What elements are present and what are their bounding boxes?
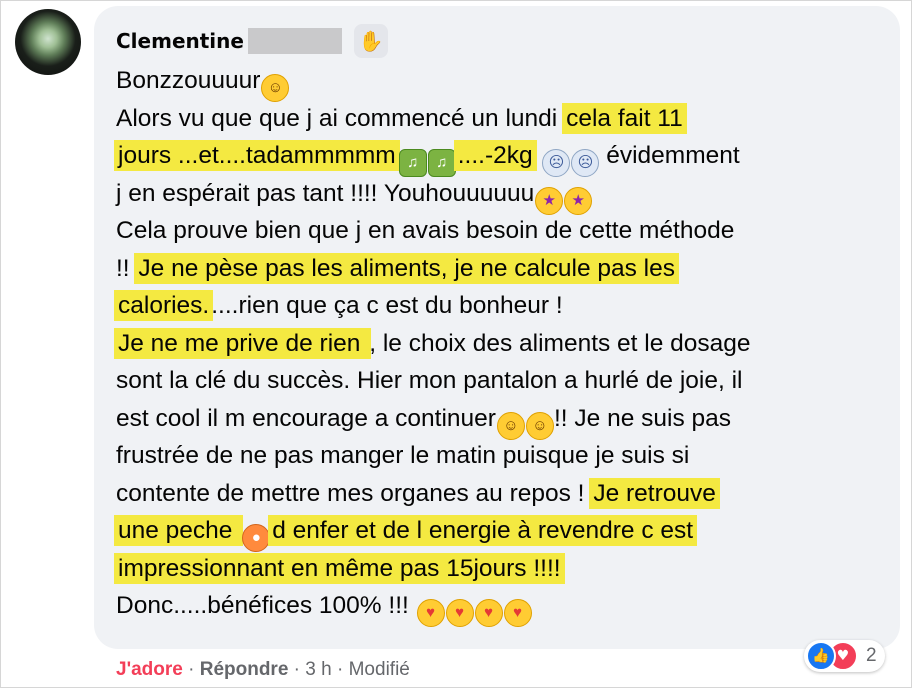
love-reaction-link[interactable]: J'adore <box>116 659 183 680</box>
comment-text-run: contente de mettre mes organes au repos … <box>116 479 592 507</box>
comment-text: Bonzzouuuur ☺ Alors vu que que j ai commen… <box>114 62 886 627</box>
comment-text-run <box>535 142 542 169</box>
highlighted-text: jours ...et....tadammmmm <box>114 140 400 171</box>
comment-line: j en espérait pas tant !!!! Youhouuuuuu ★… <box>116 175 886 215</box>
comment-line: frustrée de ne pas manger le matin puisq… <box>116 437 886 475</box>
highlighted-text: d enfer et de l energie à revendre c est <box>268 515 698 546</box>
comment-line: une peche ● d enfer et de l energie à rev… <box>114 512 886 552</box>
highlighted-text: impressionnant en même pas 15jours !!!! <box>114 552 565 584</box>
laugh-emoji-icon: ☺ <box>496 411 525 440</box>
comment-text-run: est cool il m encourage a continuer <box>116 404 496 432</box>
highlighted-text: ....-2kg <box>453 140 537 171</box>
comment-text-run: frustrée de ne pas manger le matin puisq… <box>116 442 690 469</box>
star-emoji-icon: ★ <box>535 186 564 215</box>
comment-line: contente de mettre mes organes au repos … <box>116 475 886 513</box>
comment-line: Je ne me prive de rien , le choix des al… <box>114 325 886 363</box>
separator: · <box>182 659 200 680</box>
redacted-surname <box>247 28 342 54</box>
heart-emoji-icon: ♥ <box>503 599 532 627</box>
reaction-count: 2 <box>866 645 877 666</box>
scream-emoji-icon: ☹ <box>542 149 571 177</box>
heart-emoji-icon: ♥ <box>445 599 474 627</box>
heart-emoji-icon: ♥ <box>416 599 445 627</box>
comment-text-run: ....rien que ça c est du bonheur ! <box>211 292 563 319</box>
drum-emoji-icon: ♫ <box>398 149 427 177</box>
edited-label[interactable]: Modifié <box>349 659 410 680</box>
comment-line: impressionnant en même pas 15jours !!!! <box>114 550 886 588</box>
comment-header: Clementine ✋ <box>116 24 388 58</box>
comment-line: Alors vu que que j ai commencé un lundi … <box>116 100 886 138</box>
comment-line: jours ...et....tadammmmm ♫ ♫ ....-2kg ☹ ☹ év… <box>114 137 886 177</box>
comment-line: Cela prouve bien que j en avais besoin d… <box>116 212 886 250</box>
like-icon: 👍 <box>806 641 836 671</box>
peach-emoji-icon: ● <box>242 524 271 552</box>
author-name[interactable]: Clementine <box>116 29 244 53</box>
scream-emoji-icon: ☹ <box>571 149 600 177</box>
timestamp-link[interactable]: 3 h <box>305 659 331 680</box>
wave-badge-icon[interactable]: ✋ <box>353 24 388 58</box>
comment-line: sont la clé du succès. Hier mon pantalon… <box>116 362 886 400</box>
highlighted-text: Je retrouve <box>589 477 720 509</box>
drum-emoji-icon: ♫ <box>427 149 456 177</box>
highlighted-text: calories. <box>114 290 214 321</box>
comment-text-run: j en espérait pas tant !!!! Youhouuuuuu <box>116 179 535 207</box>
heart-emoji-icon: ♥ <box>474 599 503 627</box>
highlighted-text: Je ne me prive de rien <box>114 327 372 359</box>
star-emoji-icon: ★ <box>564 186 593 215</box>
highlighted-text: Je ne pèse pas les aliments, je ne calcu… <box>134 252 680 284</box>
separator: · <box>331 659 349 680</box>
highlighted-text: une peche <box>114 515 244 546</box>
comment-text-run: Bonzzouuuur <box>116 67 261 94</box>
comment-text-run: Alors vu que que j ai commencé un lundi <box>116 104 565 132</box>
highlighted-text: cela fait 11 <box>562 102 687 134</box>
laugh-emoji-icon: ☺ <box>525 411 554 440</box>
comment-line: Bonzzouuuur ☺ <box>116 62 886 102</box>
grin-emoji-icon: ☺ <box>261 74 290 102</box>
comment-text-run: Cela prouve bien que j en avais besoin d… <box>116 217 735 244</box>
comment-line: calories.....rien que ça c est du bonheu… <box>114 287 886 325</box>
comment-actions: J'adore · Répondre · 3 h · Modifié <box>116 659 410 681</box>
reaction-summary[interactable]: 👍 ♥ 2 <box>804 640 885 672</box>
reply-link[interactable]: Répondre <box>200 659 289 680</box>
comment-line: !! Je ne pèse pas les aliments, je ne ca… <box>116 250 886 288</box>
separator: · <box>288 659 306 680</box>
comment-line: Donc.....bénéfices 100% !!! ♥ ♥ ♥ ♥ <box>116 587 886 627</box>
comment-text-run: évidemment <box>599 142 740 169</box>
comment-text-run: sont la clé du succès. Hier mon pantalon… <box>116 367 743 394</box>
comment-line: est cool il m encourage a continuer ☺ ☺!! … <box>116 400 886 440</box>
comment-text-run: , le choix des aliments et le dosage <box>369 329 751 357</box>
comment-text-run: Donc.....bénéfices 100% !!! <box>116 592 416 619</box>
comment-text-run: !! Je ne suis pas <box>553 404 732 432</box>
avatar[interactable] <box>15 9 81 75</box>
